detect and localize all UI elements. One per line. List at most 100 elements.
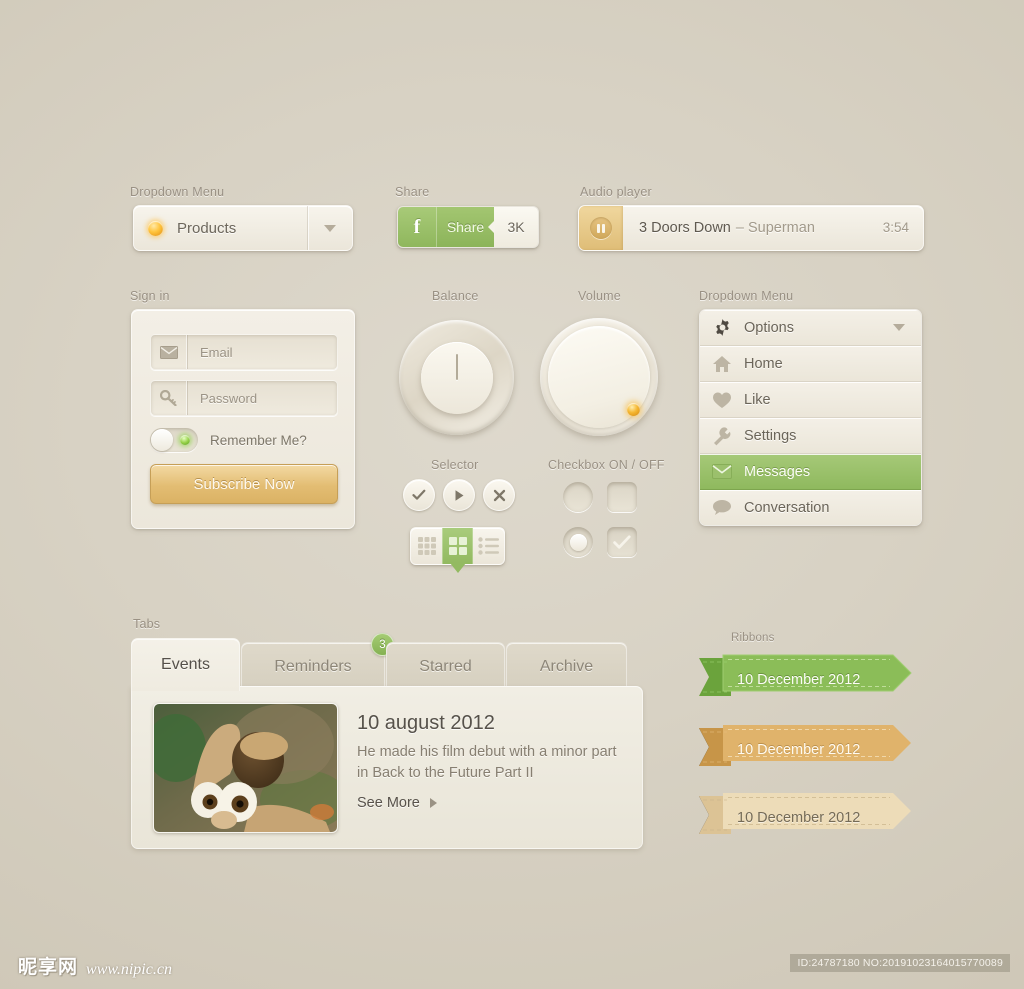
- radio-selected[interactable]: [563, 527, 593, 557]
- wrench-icon: [700, 426, 744, 446]
- share-button[interactable]: f Share 3K: [397, 206, 539, 248]
- balance-indicator-icon: [455, 353, 458, 380]
- content-thumbnail[interactable]: [153, 703, 338, 833]
- menu-item-messages[interactable]: Messages: [700, 454, 921, 490]
- subscribe-button[interactable]: Subscribe Now: [150, 464, 338, 504]
- label-dropdown-menu-2: Dropdown Menu: [699, 289, 794, 303]
- ribbon-cream[interactable]: 10 December 2012: [697, 793, 913, 834]
- volume-indicator-led-icon: [627, 403, 640, 416]
- toggle-knob: [151, 429, 173, 451]
- dropdown-toggle-button[interactable]: [307, 206, 352, 250]
- menu-item-label: Options: [744, 319, 794, 336]
- tab-label: Starred: [419, 658, 472, 675]
- tab-label: Events: [161, 656, 210, 673]
- content-body: He made his film debut with a minor part…: [357, 744, 617, 781]
- radio-empty[interactable]: [563, 482, 593, 512]
- menu-item-label: Messages: [744, 463, 811, 480]
- envelope-icon: [151, 335, 188, 369]
- tabs-row: Events Reminders 3 Starred Archive: [131, 633, 627, 691]
- remember-me-row: Remember Me?: [150, 428, 307, 452]
- audio-artist: 3 Doors Down: [639, 220, 731, 236]
- ribbon-label: 10 December 2012: [737, 810, 861, 826]
- status-led-icon: [148, 220, 163, 236]
- menu-item-conversation[interactable]: Conversation: [700, 490, 921, 525]
- label-selector: Selector: [431, 458, 479, 472]
- view-mode-toggle[interactable]: [410, 527, 505, 565]
- menu-item-label: Conversation: [744, 499, 830, 516]
- remember-me-label: Remember Me?: [210, 432, 307, 448]
- pause-button[interactable]: [579, 206, 623, 250]
- grid-tiles-icon: [448, 537, 467, 555]
- balance-knob-face: [420, 341, 493, 414]
- ui-kit-canvas: Dropdown Menu Share Audio player Sign in…: [0, 0, 1024, 989]
- label-checkbox-on-off: Checkbox ON / OFF: [548, 458, 665, 472]
- view-list-button[interactable]: [473, 528, 504, 564]
- signin-panel: Email Password Remember Me? Subscribe No…: [131, 309, 355, 529]
- play-icon: [455, 489, 464, 501]
- balance-knob[interactable]: [399, 320, 514, 435]
- menu-item-label: Home: [744, 355, 783, 372]
- chevron-down-icon[interactable]: [893, 324, 905, 331]
- ribbon-green[interactable]: 10 December 2012: [697, 654, 913, 696]
- label-balance: Balance: [432, 289, 479, 303]
- view-grid-tiles-button[interactable]: [442, 528, 473, 564]
- check-icon: [613, 534, 631, 549]
- password-field[interactable]: Password: [150, 380, 338, 416]
- menu-item-label: Settings: [744, 427, 797, 444]
- check-icon: [412, 489, 426, 500]
- radio-dot-icon: [569, 533, 587, 551]
- share-count: 3K: [494, 207, 538, 247]
- view-grid-small-button[interactable]: [411, 528, 442, 564]
- chevron-right-icon: [429, 798, 437, 808]
- audio-info: 3 Doors Down – Superman 3:54: [623, 220, 923, 236]
- gear-icon: [700, 318, 744, 337]
- volume-knob[interactable]: [540, 318, 658, 436]
- envelope-icon: [700, 464, 744, 479]
- tab-events[interactable]: Events: [131, 638, 240, 691]
- dropdown-menu-list: Options Home Like Settings Messages Conv…: [699, 309, 922, 526]
- speech-bubble-icon: [700, 499, 744, 516]
- tab-archive[interactable]: Archive: [506, 642, 627, 691]
- label-sign-in: Sign in: [130, 289, 170, 303]
- selector-close-button[interactable]: [483, 479, 515, 511]
- password-placeholder: Password: [200, 390, 258, 406]
- chevron-down-icon: [324, 224, 336, 232]
- ribbon-orange[interactable]: 10 December 2012: [697, 725, 913, 766]
- dropdown-products[interactable]: Products: [133, 205, 353, 251]
- selector-check-button[interactable]: [403, 479, 435, 511]
- email-field[interactable]: Email: [150, 334, 338, 370]
- tab-reminders[interactable]: Reminders 3: [241, 633, 394, 691]
- squirrel-with-acorn-image: [154, 704, 337, 832]
- label-audio-player: Audio player: [580, 185, 652, 199]
- label-share: Share: [395, 185, 430, 199]
- checkbox-checked[interactable]: [607, 527, 637, 557]
- menu-item-options[interactable]: Options: [700, 310, 921, 346]
- remember-me-toggle[interactable]: [150, 428, 198, 452]
- tab-label: Reminders: [274, 658, 352, 675]
- tab-label: Archive: [539, 658, 594, 675]
- close-icon: [493, 489, 505, 501]
- tab-starred[interactable]: Starred: [386, 642, 505, 691]
- watermark: 昵享网 www.nipic.cn: [18, 952, 172, 979]
- see-more-label: See More: [357, 795, 420, 811]
- grid-small-icon: [417, 537, 436, 555]
- checkbox-empty[interactable]: [607, 482, 637, 512]
- watermark-id: ID:24787180 NO:20191023164015770089: [790, 954, 1010, 972]
- home-icon: [700, 355, 744, 373]
- audio-duration: 3:54: [882, 220, 909, 235]
- share-label: Share: [437, 207, 494, 247]
- menu-item-home[interactable]: Home: [700, 346, 921, 382]
- email-placeholder: Email: [200, 344, 233, 360]
- label-dropdown-menu: Dropdown Menu: [130, 185, 225, 199]
- see-more-link[interactable]: See More: [357, 795, 437, 811]
- menu-item-settings[interactable]: Settings: [700, 418, 921, 454]
- toggle-led-icon: [180, 435, 190, 445]
- heart-icon: [700, 391, 744, 409]
- audio-player[interactable]: 3 Doors Down – Superman 3:54: [578, 205, 924, 251]
- list-icon: [477, 537, 499, 555]
- label-ribbons: Ribbons: [731, 632, 775, 644]
- label-volume: Volume: [578, 289, 621, 303]
- selector-play-button[interactable]: [443, 479, 475, 511]
- menu-item-like[interactable]: Like: [700, 382, 921, 418]
- watermark-url: www.nipic.cn: [86, 961, 172, 978]
